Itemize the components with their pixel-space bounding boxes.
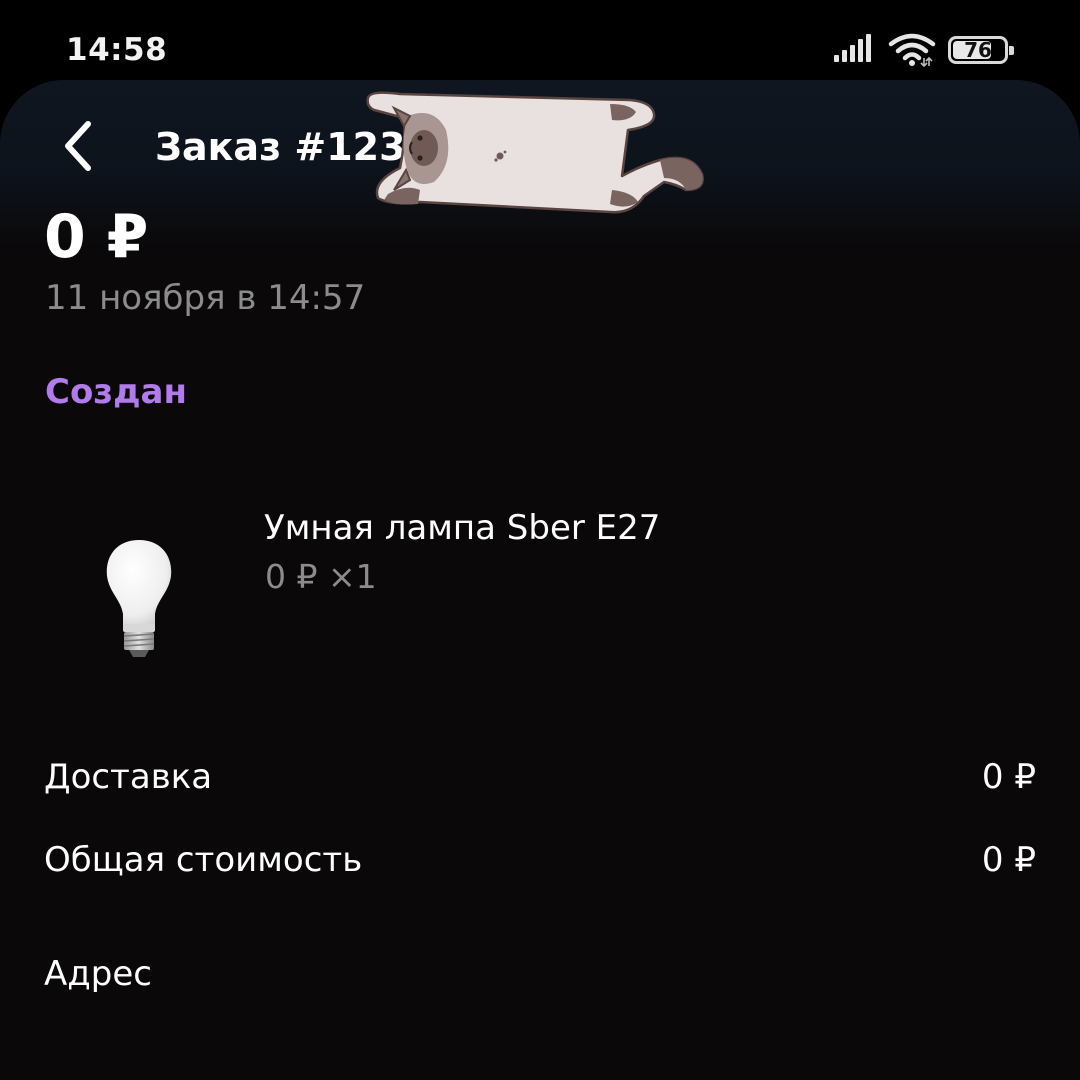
- back-button[interactable]: [48, 110, 112, 180]
- delivery-label: Доставка: [44, 757, 213, 797]
- total-cost-value: 0 ₽: [981, 840, 1036, 880]
- total-cost-row: Общая стоимость 0 ₽: [44, 837, 1036, 883]
- battery-icon: 76: [948, 36, 1014, 64]
- light-bulb-image: [99, 536, 179, 670]
- order-status-badge: Создан: [45, 372, 187, 412]
- cat-sticker: [360, 86, 720, 230]
- total-cost-label: Общая стоимость: [44, 840, 363, 880]
- status-bar: 14:58 76: [0, 0, 1080, 92]
- signal-icon: [832, 33, 876, 67]
- header: Заказ #123: [0, 80, 1080, 250]
- product-name: Умная лампа Sber E27: [264, 508, 661, 548]
- order-total: 0 ₽: [44, 202, 149, 272]
- product-item[interactable]: Умная лампа Sber E27 0 ₽ ×1: [44, 500, 1034, 700]
- battery-level: 76: [964, 38, 992, 62]
- delivery-value: 0 ₽: [981, 757, 1036, 797]
- address-heading: Адрес: [44, 954, 152, 994]
- order-date: 11 ноября в 14:57: [45, 278, 366, 318]
- status-time: 14:58: [66, 32, 168, 68]
- product-price-qty: 0 ₽ ×1: [265, 557, 377, 596]
- wifi-icon: [888, 32, 936, 72]
- delivery-row: Доставка 0 ₽: [44, 754, 1036, 800]
- chevron-left-icon: [65, 121, 91, 171]
